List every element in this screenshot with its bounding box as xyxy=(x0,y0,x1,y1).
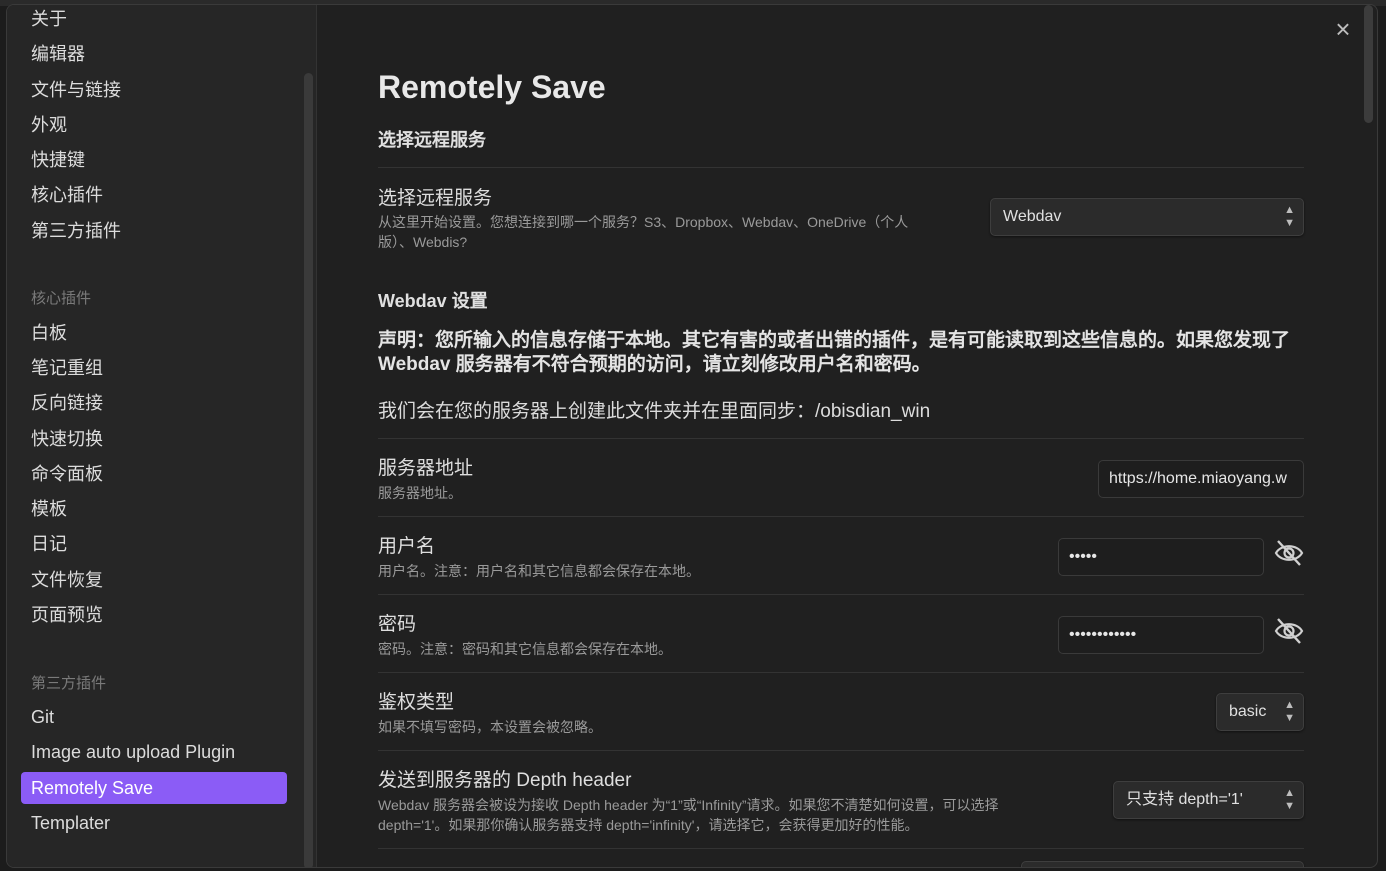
sidebar-item-daily-notes[interactable]: 日记 xyxy=(21,528,287,560)
sidebar-item-templater[interactable]: Templater xyxy=(21,807,287,839)
remote-service-value: Webdav xyxy=(1003,208,1062,225)
sidebar-scrollbar[interactable] xyxy=(304,73,313,867)
sidebar-item-editor[interactable]: 编辑器 xyxy=(21,38,287,70)
setting-name-remote-service: 选择远程服务 xyxy=(378,188,493,209)
sidebar-item-files-links[interactable]: 文件与链接 xyxy=(21,74,287,106)
eye-off-icon[interactable] xyxy=(1273,537,1305,569)
sidebar-item-file-recovery[interactable]: 文件恢复 xyxy=(21,564,287,596)
sync-folder-text: 我们会在您的服务器上创建此文件夹并在里面同步：/obisdian_win xyxy=(378,401,931,422)
sidebar-item-canvas[interactable]: 白板 xyxy=(21,317,287,349)
sidebar-item-command-palette[interactable]: 命令面板 xyxy=(21,458,287,490)
auth-type-value: basic xyxy=(1229,703,1267,720)
setting-name-password: 密码 xyxy=(378,614,417,635)
setting-desc-auth-type: 如果不填写密码，本设置会被忽略。 xyxy=(378,719,602,735)
sidebar-item-image-auto-upload[interactable]: Image auto upload Plugin xyxy=(21,736,287,768)
sidebar-heading-core: 核心插件 xyxy=(31,290,92,307)
sidebar-item-git[interactable]: Git xyxy=(21,701,287,733)
sidebar-item-templates[interactable]: 模板 xyxy=(21,493,287,525)
setting-desc-password: 密码。注意：密码和其它信息都会保存在本地。 xyxy=(378,641,672,657)
divider xyxy=(378,594,1304,595)
settings-sidebar: 关于 编辑器 文件与链接 外观 快捷键 核心插件 第三方插件 核心插件 白板 笔… xyxy=(7,5,317,867)
setting-desc-remote-service-2: 版）、Webdis? xyxy=(378,234,468,250)
divider xyxy=(378,672,1304,673)
setting-desc-username: 用户名。注意：用户名和其它信息都会保存在本地。 xyxy=(378,563,700,579)
settings-content: × Remotely Save 选择远程服务 选择远程服务 从这里开始设置。您想… xyxy=(318,5,1377,867)
settings-modal: 关于 编辑器 文件与链接 外观 快捷键 核心插件 第三方插件 核心插件 白板 笔… xyxy=(6,4,1378,868)
sidebar-item-about[interactable]: 关于 xyxy=(21,5,287,35)
setting-name-server: 服务器地址 xyxy=(378,458,474,479)
next-setting-control[interactable] xyxy=(1021,861,1304,867)
divider xyxy=(378,516,1304,517)
security-notice-line1: 声明：您所输入的信息存储于本地。其它有害的或者出错的插件，是有可能读取到这些信息… xyxy=(378,330,1291,351)
sidebar-item-appearance[interactable]: 外观 xyxy=(21,109,287,141)
setting-name-depth-header: 发送到服务器的 Depth header xyxy=(378,770,632,791)
divider xyxy=(378,438,1304,439)
setting-name-auth-type: 鉴权类型 xyxy=(378,692,455,713)
page-title: Remotely Save xyxy=(378,69,606,105)
section-heading-webdav: Webdav 设置 xyxy=(378,291,488,311)
remote-service-select[interactable]: Webdav ▲ ▼ xyxy=(990,198,1304,236)
sidebar-item-note-composer[interactable]: 笔记重组 xyxy=(21,352,287,384)
sidebar-item-quick-switcher[interactable]: 快速切换 xyxy=(21,423,287,455)
chevron-up-down-icon: ▲ ▼ xyxy=(1284,787,1295,812)
sidebar-item-backlinks[interactable]: 反向链接 xyxy=(21,387,287,419)
setting-desc-server: 服务器地址。 xyxy=(378,485,462,501)
setting-desc-depth-1: Webdav 服务器会被设为接收 Depth header 为“1”或“Infi… xyxy=(378,797,999,813)
section-heading-remote: 选择远程服务 xyxy=(378,130,486,150)
sidebar-item-core-plugins[interactable]: 核心插件 xyxy=(21,179,287,211)
divider xyxy=(378,750,1304,751)
depth-header-value: 只支持 depth='1' xyxy=(1126,791,1243,808)
eye-off-icon[interactable] xyxy=(1273,615,1305,647)
close-icon[interactable]: × xyxy=(1329,15,1357,43)
setting-desc-remote-service-1: 从这里开始设置。您想连接到哪一个服务？S3、Dropbox、Webdav、One… xyxy=(378,214,909,230)
username-input[interactable]: ••••• xyxy=(1058,538,1264,576)
sidebar-item-community-plugins[interactable]: 第三方插件 xyxy=(21,215,287,247)
setting-desc-depth-2: depth='1'。如果那你确认服务器支持 depth='infinity'，请… xyxy=(378,817,919,833)
sidebar-item-remotely-save[interactable]: Remotely Save xyxy=(21,772,287,804)
depth-header-select[interactable]: 只支持 depth='1' ▲ ▼ xyxy=(1113,781,1304,819)
server-address-input[interactable]: https://home.miaoyang.w xyxy=(1098,460,1304,498)
chevron-up-down-icon: ▲ ▼ xyxy=(1284,204,1295,229)
sidebar-item-page-preview[interactable]: 页面预览 xyxy=(21,599,287,631)
content-scrollbar[interactable] xyxy=(1364,5,1373,123)
chevron-up-down-icon: ▲ ▼ xyxy=(1284,699,1295,724)
sidebar-heading-community: 第三方插件 xyxy=(31,675,107,692)
password-input[interactable]: •••••••••••• xyxy=(1058,616,1264,654)
setting-name-username: 用户名 xyxy=(378,536,436,557)
auth-type-select[interactable]: basic ▲ ▼ xyxy=(1216,693,1304,731)
divider xyxy=(378,167,1304,168)
sidebar-item-hotkeys[interactable]: 快捷键 xyxy=(21,144,287,176)
divider xyxy=(378,848,1304,849)
security-notice-line2: Webdav 服务器有不符合预期的访问，请立刻修改用户名和密码。 xyxy=(378,354,931,375)
